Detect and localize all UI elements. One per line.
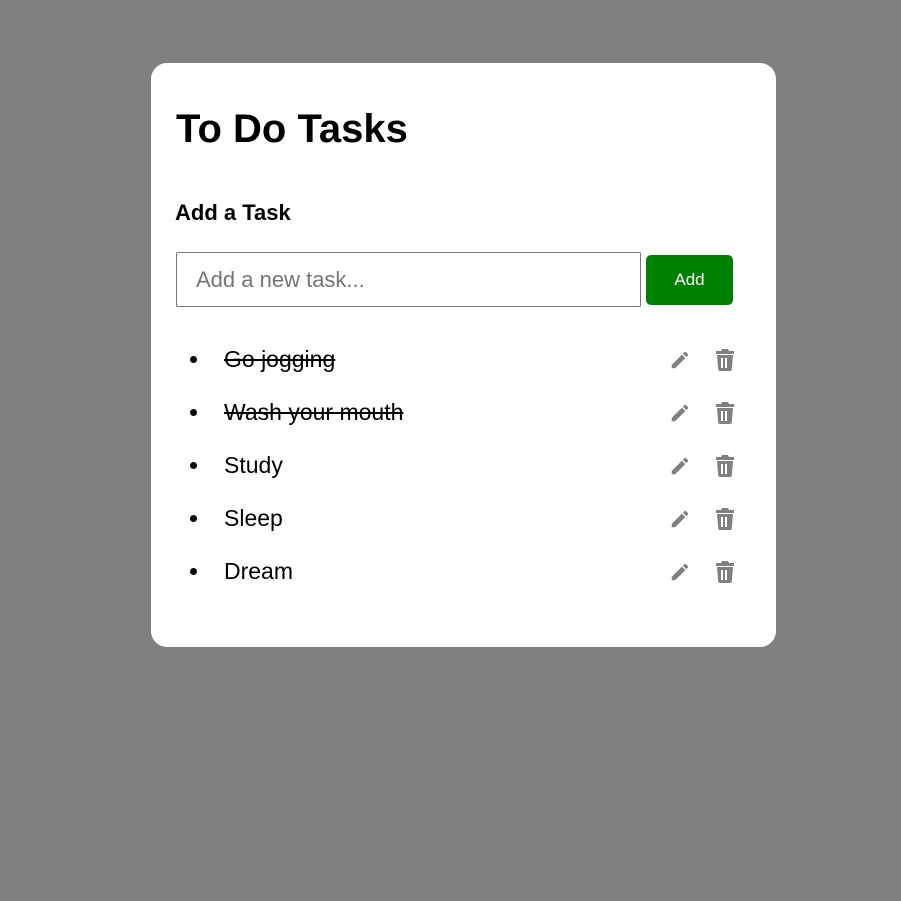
bullet <box>190 462 197 469</box>
todo-card: To Do Tasks Add a Task Add Go jogging Wa… <box>151 63 776 647</box>
add-task-form: Add <box>176 252 733 307</box>
section-title: Add a Task <box>175 200 291 225</box>
task-input[interactable] <box>176 252 641 307</box>
task-actions <box>669 560 736 583</box>
task-label[interactable]: Dream <box>224 558 293 585</box>
task-label[interactable]: Go jogging <box>224 346 335 373</box>
task-item: Go jogging <box>176 333 736 386</box>
pencil-icon[interactable] <box>669 402 691 424</box>
task-actions <box>669 401 736 424</box>
pencil-icon[interactable] <box>669 349 691 371</box>
trash-icon[interactable] <box>714 454 736 477</box>
task-actions <box>669 454 736 477</box>
task-label[interactable]: Study <box>224 452 283 479</box>
bullet <box>190 409 197 416</box>
bullet <box>190 568 197 575</box>
task-item: Wash your mouth <box>176 386 736 439</box>
pencil-icon[interactable] <box>669 561 691 583</box>
pencil-icon[interactable] <box>669 508 691 530</box>
task-item: Dream <box>176 545 736 598</box>
trash-icon[interactable] <box>714 401 736 424</box>
task-actions <box>669 348 736 371</box>
pencil-icon[interactable] <box>669 455 691 477</box>
add-button[interactable]: Add <box>646 254 733 305</box>
task-item: Study <box>176 439 736 492</box>
task-label[interactable]: Wash your mouth <box>224 399 403 426</box>
task-list: Go jogging Wash your mouth Study Sleep D… <box>176 333 736 598</box>
trash-icon[interactable] <box>714 507 736 530</box>
trash-icon[interactable] <box>714 560 736 583</box>
task-item: Sleep <box>176 492 736 545</box>
task-actions <box>669 507 736 530</box>
page-title: To Do Tasks <box>176 107 408 151</box>
trash-icon[interactable] <box>714 348 736 371</box>
bullet <box>190 356 197 363</box>
task-label[interactable]: Sleep <box>224 505 283 532</box>
bullet <box>190 515 197 522</box>
